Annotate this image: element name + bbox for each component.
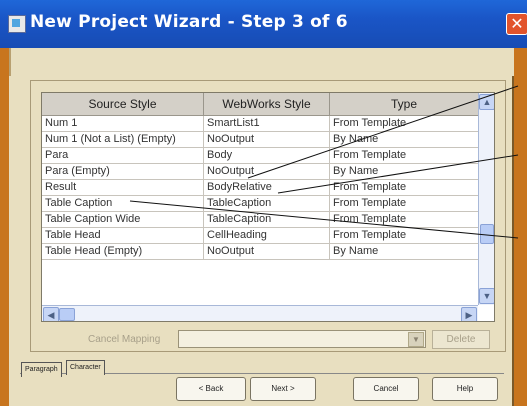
callout-line-nooutput: [277, 154, 519, 194]
callout-line-para-empty: [129, 200, 519, 239]
callout-line-body: [247, 85, 519, 179]
callout-lines: [129, 85, 519, 239]
